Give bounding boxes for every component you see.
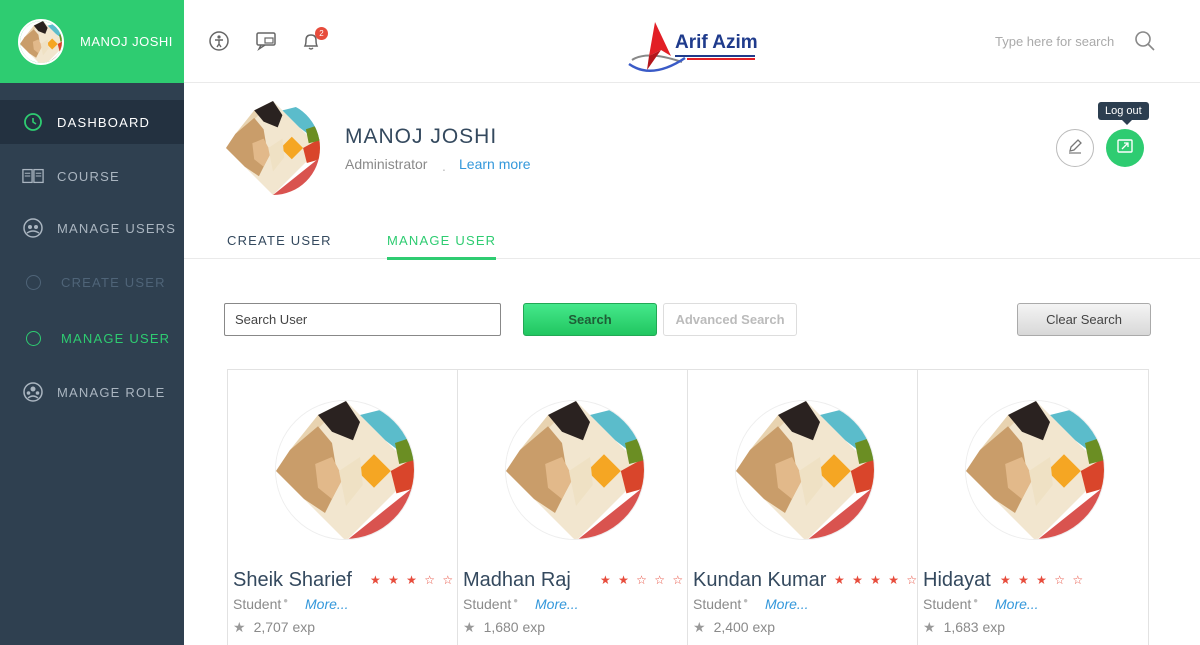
page-title: MANOJ JOSHI [345, 125, 498, 148]
logout-icon [1116, 137, 1134, 160]
sidebar-item-create-user[interactable]: CREATE USER [0, 254, 184, 310]
users-icon [22, 217, 44, 239]
star-icon: ★ [923, 619, 936, 635]
user-name: Hidayat [923, 569, 991, 591]
user-card[interactable]: Kundan Kumar ★ ★ ★ ★ ☆ Student ● More... … [688, 370, 918, 645]
star-icon: ★ [233, 619, 246, 635]
exp-value: 2,707 exp [253, 619, 316, 635]
top-search-input[interactable]: Type here for search [995, 34, 1114, 49]
logo[interactable]: Arif Azim [627, 20, 759, 76]
dot-icon: ● [973, 596, 979, 605]
dot-icon: ● [743, 596, 749, 605]
bell-icon[interactable]: 2 [300, 27, 328, 52]
chat-icon[interactable] [255, 30, 277, 52]
accessibility-icon[interactable] [208, 30, 230, 52]
pencil-icon [1066, 137, 1084, 160]
advanced-search-button[interactable]: Advanced Search [663, 303, 797, 336]
sidebar-item-label: CREATE USER [61, 274, 166, 290]
user-exp: ★ 1,680 exp [463, 619, 545, 636]
exp-value: 1,683 exp [943, 619, 1006, 635]
dot-icon: ● [283, 596, 289, 605]
search-button[interactable]: Search [523, 303, 657, 336]
sidebar-item-label: MANAGE ROLE [57, 384, 166, 400]
user-role-text: Student [463, 596, 512, 612]
search-icon[interactable] [1134, 30, 1156, 52]
user-name: Kundan Kumar [693, 569, 827, 591]
dot-icon: ● [513, 596, 519, 605]
more-link[interactable]: More... [535, 596, 579, 612]
user-role: Student ● [233, 596, 288, 612]
avatar [226, 101, 320, 195]
sidebar-item-label: COURSE [57, 168, 120, 184]
dashboard-icon [22, 111, 44, 133]
sidebar: MANOJ JOSHI DASHBOARD COURSE MANAGE USER… [0, 0, 184, 645]
user-role: Student ● [463, 596, 518, 612]
top-bar: 2 Arif Azim Type here for search [184, 0, 1200, 83]
logout-tooltip: Log out [1098, 102, 1149, 125]
star-icon: ★ [463, 619, 476, 635]
separator-dot: . [442, 158, 446, 174]
user-exp: ★ 2,400 exp [693, 619, 775, 636]
user-card[interactable]: Hidayat ★ ★ ★ ☆ ☆ Student ● More... ★ 1,68… [918, 370, 1148, 645]
sidebar-item-dashboard[interactable]: DASHBOARD [0, 100, 184, 144]
user-exp: ★ 1,683 exp [923, 619, 1005, 636]
circle-icon [26, 274, 41, 290]
notification-badge: 2 [315, 27, 328, 40]
sidebar-item-manage-user[interactable]: MANAGE USER [0, 310, 184, 366]
avatar [18, 18, 64, 65]
search-user-input[interactable] [224, 303, 501, 336]
tab-manage-user[interactable]: MANAGE USER [387, 233, 497, 260]
user-role-text: Student [923, 596, 972, 612]
rating-stars: ★ ★ ★ ☆ ☆ [1000, 573, 1086, 587]
edit-profile-button[interactable] [1056, 129, 1094, 167]
sidebar-item-label: MANAGE USER [61, 330, 171, 346]
user-card[interactable]: Madhan Raj ★ ★ ☆ ☆ ☆ Student ● More... ★ 1… [458, 370, 688, 645]
sidebar-item-manage-users[interactable]: MANAGE USERS [0, 202, 184, 254]
sidebar-item-label: MANAGE USERS [57, 220, 177, 236]
rating-stars: ★ ★ ☆ ☆ ☆ [600, 573, 686, 587]
sidebar-item-label: DASHBOARD [57, 114, 151, 130]
profile-header: MANOJ JOSHI Administrator . Learn more L… [184, 83, 1200, 260]
book-icon [22, 165, 44, 187]
user-card-grid: Sheik Sharief ★ ★ ★ ☆ ☆ Student ● More...… [227, 369, 1149, 645]
user-exp: ★ 2,707 exp [233, 619, 315, 636]
user-role: Student ● [923, 596, 978, 612]
avatar [275, 400, 415, 540]
user-role: Administrator [345, 156, 428, 172]
circle-icon [26, 330, 41, 346]
rating-stars: ★ ★ ★ ★ ☆ [834, 573, 920, 587]
user-name: Madhan Raj [463, 569, 571, 591]
role-icon [22, 381, 44, 403]
learn-more-link[interactable]: Learn more [459, 156, 531, 172]
avatar [735, 400, 875, 540]
more-link[interactable]: More... [765, 596, 809, 612]
avatar [505, 400, 645, 540]
avatar [965, 400, 1105, 540]
more-link[interactable]: More... [305, 596, 349, 612]
rating-stars: ★ ★ ★ ☆ ☆ [370, 573, 456, 587]
tab-create-user[interactable]: CREATE USER [227, 233, 332, 248]
clear-search-button[interactable]: Clear Search [1017, 303, 1151, 336]
logout-button[interactable] [1106, 129, 1144, 167]
sidebar-item-course[interactable]: COURSE [0, 150, 184, 202]
sidebar-item-manage-role[interactable]: MANAGE ROLE [0, 366, 184, 418]
user-role-text: Student [693, 596, 742, 612]
sidebar-nav: DASHBOARD COURSE MANAGE USERS CREATE USE… [0, 100, 184, 418]
star-icon: ★ [693, 619, 706, 635]
more-link[interactable]: More... [995, 596, 1039, 612]
user-name: Sheik Sharief [233, 569, 352, 591]
sidebar-user[interactable]: MANOJ JOSHI [0, 0, 184, 83]
sidebar-user-name: MANOJ JOSHI [80, 34, 173, 49]
user-role: Student ● [693, 596, 748, 612]
logo-text: Arif Azim [675, 32, 758, 53]
exp-value: 2,400 exp [713, 619, 776, 635]
user-role-text: Student [233, 596, 282, 612]
exp-value: 1,680 exp [483, 619, 546, 635]
user-card[interactable]: Sheik Sharief ★ ★ ★ ☆ ☆ Student ● More...… [228, 370, 458, 645]
